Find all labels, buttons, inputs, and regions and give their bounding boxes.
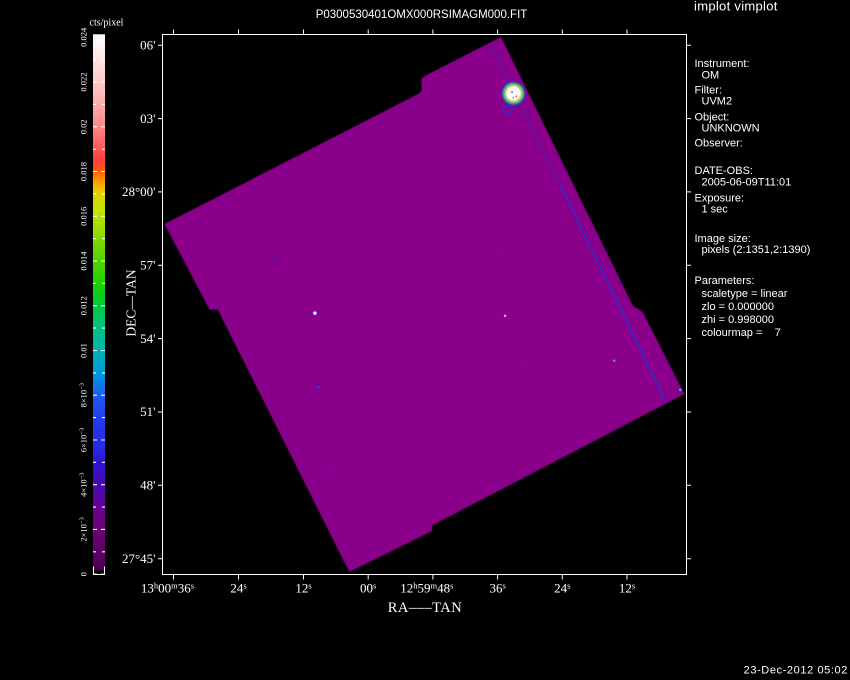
svg-text:0.018: 0.018 <box>79 162 89 181</box>
svg-text:UNKNOWN: UNKNOWN <box>702 123 760 135</box>
svg-text:13h00m36s: 13h00m36s <box>141 581 194 596</box>
svg-text:0.02: 0.02 <box>79 119 89 134</box>
svg-text:implot vimplot: implot vimplot <box>694 0 778 14</box>
svg-text:23-Dec-2012 05:02: 23-Dec-2012 05:02 <box>744 665 848 677</box>
svg-text:0.024: 0.024 <box>79 27 89 47</box>
svg-text:27°45': 27°45' <box>122 551 156 566</box>
svg-text:57': 57' <box>140 258 155 273</box>
svg-text:54': 54' <box>140 331 155 346</box>
svg-text:2005-06-09T11:01: 2005-06-09T11:01 <box>702 176 792 188</box>
svg-text:12h59m48s: 12h59m48s <box>400 581 453 596</box>
svg-text:DATE-OBS:: DATE-OBS: <box>695 165 753 177</box>
svg-text:0.022: 0.022 <box>79 72 89 91</box>
svg-text:P0300530401OMX000RSIMAGM000.FI: P0300530401OMX000RSIMAGM000.FIT <box>316 9 528 21</box>
svg-text:colourmap = 7: colourmap = 7 <box>702 327 781 339</box>
svg-text:zlo = 0.000000: zlo = 0.000000 <box>702 301 774 313</box>
svg-text:Parameters:: Parameters: <box>695 275 755 287</box>
svg-text:51': 51' <box>140 404 155 419</box>
svg-text:0.01: 0.01 <box>79 343 89 358</box>
svg-text:scaletype = linear: scaletype = linear <box>702 288 788 300</box>
svg-text:Object:: Object: <box>695 111 730 123</box>
svg-text:28°00': 28°00' <box>122 184 156 199</box>
svg-text:06': 06' <box>140 37 155 52</box>
svg-text:OM: OM <box>702 69 720 81</box>
svg-text:03': 03' <box>140 111 155 126</box>
svg-text:Filter:: Filter: <box>695 85 723 97</box>
svg-text:0: 0 <box>79 572 89 576</box>
svg-text:DEC––TAN: DEC––TAN <box>124 269 139 336</box>
svg-text:0.014: 0.014 <box>79 251 89 271</box>
svg-text:pixels (2:1351,2:1390): pixels (2:1351,2:1390) <box>702 244 811 256</box>
svg-text:Instrument:: Instrument: <box>695 58 750 70</box>
svg-text:cts/pixel: cts/pixel <box>90 18 124 29</box>
svg-text:UVM2: UVM2 <box>702 96 733 108</box>
svg-text:1 sec: 1 sec <box>702 204 729 216</box>
svg-text:48': 48' <box>140 478 155 493</box>
svg-text:RA–––TAN: RA–––TAN <box>388 600 463 616</box>
svg-text:Observer:: Observer: <box>695 137 743 149</box>
svg-text:0.012: 0.012 <box>79 296 89 315</box>
svg-text:0.016: 0.016 <box>79 207 89 226</box>
svg-text:zhi = 0.998000: zhi = 0.998000 <box>702 314 774 326</box>
